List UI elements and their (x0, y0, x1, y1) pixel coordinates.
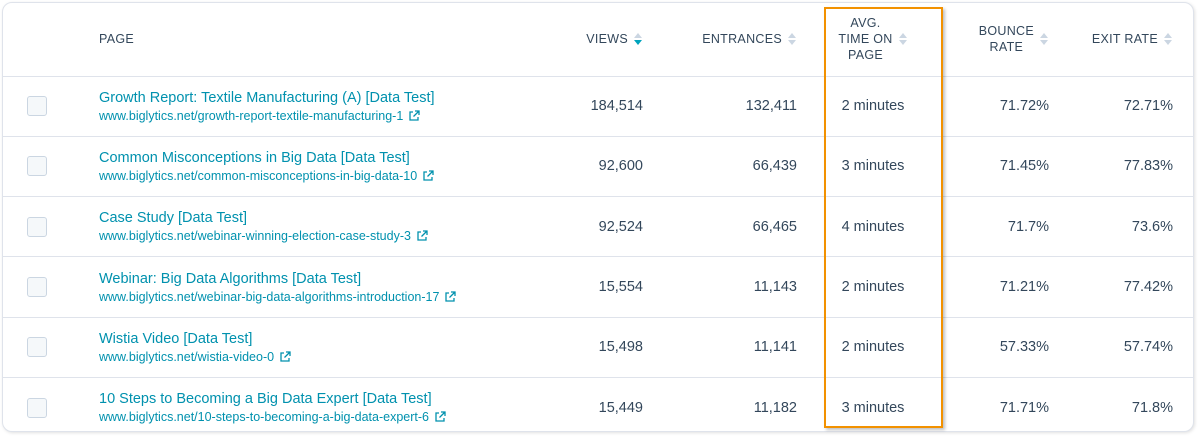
sort-descending-icon[interactable] (634, 33, 643, 46)
page-title-link[interactable]: Webinar: Big Data Algorithms [Data Test] (99, 270, 517, 288)
page-url: www.biglytics.net/webinar-winning-electi… (99, 228, 517, 244)
header-entrances[interactable]: ENTRANCES (657, 3, 799, 77)
external-link-icon[interactable] (416, 230, 428, 242)
table-row: Webinar: Big Data Algorithms [Data Test]… (3, 256, 1193, 318)
views-cell: 15,554 (517, 256, 657, 318)
page-url-text[interactable]: www.biglytics.net/growth-report-textile-… (99, 108, 403, 124)
exit-rate-cell: 57.74% (1049, 317, 1193, 378)
sort-icon[interactable] (1164, 33, 1173, 46)
page-performance-table-container: PAGE VIEWS ENTRANCES AVG. TIME ON PAGE B… (2, 2, 1194, 432)
avg-time-cell: 4 minutes (799, 196, 947, 258)
page-url-text[interactable]: www.biglytics.net/wistia-video-0 (99, 349, 274, 365)
header-bounce-rate-label: BOUNCE RATE (978, 24, 1034, 55)
header-views-label: VIEWS (586, 32, 628, 47)
table-row: Case Study [Data Test] www.biglytics.net… (3, 196, 1193, 258)
sort-icon[interactable] (788, 33, 797, 46)
row-checkbox[interactable] (27, 337, 47, 358)
bounce-rate-cell: 71.21% (947, 256, 1049, 318)
page-cell: Case Study [Data Test] www.biglytics.net… (89, 196, 517, 258)
entrances-cell: 11,141 (657, 317, 799, 378)
external-link-icon[interactable] (444, 290, 457, 303)
page-title-link[interactable]: 10 Steps to Becoming a Big Data Expert [… (99, 390, 517, 408)
header-page-label: PAGE (99, 32, 135, 47)
avg-time-cell: 2 minutes (799, 256, 947, 318)
table-row: Wistia Video [Data Test] www.biglytics.n… (3, 317, 1193, 378)
row-checkbox[interactable] (27, 96, 47, 117)
page-url: www.biglytics.net/10-steps-to-becoming-a… (99, 409, 517, 425)
page-performance-table: PAGE VIEWS ENTRANCES AVG. TIME ON PAGE B… (3, 3, 1193, 431)
page-url-text[interactable]: www.biglytics.net/webinar-winning-electi… (99, 228, 411, 244)
bounce-rate-cell: 57.33% (947, 317, 1049, 378)
views-cell: 15,449 (598, 399, 643, 416)
exit-rate-cell: 72.71% (1049, 76, 1193, 137)
avg-time-cell: 3 minutes (799, 136, 947, 198)
avg-time-cell: 3 minutes (841, 399, 905, 416)
header-exit-rate[interactable]: EXIT RATE (1049, 3, 1193, 77)
table-header-row: PAGE VIEWS ENTRANCES AVG. TIME ON PAGE B… (3, 3, 1193, 77)
bounce-rate-cell: 71.7% (947, 196, 1049, 258)
entrances-cell: 66,465 (657, 196, 799, 258)
avg-time-cell: 2 minutes (799, 317, 947, 378)
sort-icon[interactable] (898, 33, 908, 46)
page-cell: Common Misconceptions in Big Data [Data … (89, 136, 517, 198)
views-cell: 92,524 (517, 196, 657, 258)
page-title-link[interactable]: Growth Report: Textile Manufacturing (A)… (99, 89, 517, 107)
page-title-link[interactable]: Wistia Video [Data Test] (99, 330, 517, 348)
entrances-cell: 66,439 (657, 136, 799, 198)
table-row: Growth Report: Textile Manufacturing (A)… (3, 76, 1193, 137)
header-entrances-label: ENTRANCES (702, 32, 782, 47)
row-checkbox[interactable] (27, 156, 47, 177)
header-avg-time-on-page[interactable]: AVG. TIME ON PAGE (799, 3, 947, 77)
bounce-rate-cell: 71.45% (947, 136, 1049, 198)
row-checkbox[interactable] (27, 277, 47, 298)
table-row: Common Misconceptions in Big Data [Data … (3, 136, 1193, 198)
header-bounce-rate[interactable]: BOUNCE RATE (947, 3, 1049, 77)
external-link-icon[interactable] (422, 170, 434, 182)
page-url-text[interactable]: www.biglytics.net/common-misconceptions-… (99, 168, 417, 184)
row-select-cell (3, 136, 89, 198)
external-link-icon[interactable] (408, 109, 420, 122)
page-url-text[interactable]: www.biglytics.net/webinar-big-data-algor… (99, 289, 439, 305)
sort-icon[interactable] (1040, 33, 1049, 46)
page-url: www.biglytics.net/wistia-video-0 (99, 349, 517, 365)
page-url: www.biglytics.net/growth-report-textile-… (99, 108, 517, 124)
table-row: 10 Steps to Becoming a Big Data Expert [… (3, 377, 1193, 431)
external-link-icon[interactable] (434, 411, 446, 423)
bounce-rate-cell: 71.71% (999, 399, 1049, 416)
exit-rate-cell: 71.8% (1131, 399, 1173, 416)
views-cell: 184,514 (517, 76, 657, 137)
exit-rate-cell: 73.6% (1049, 196, 1193, 258)
avg-time-cell: 2 minutes (799, 76, 947, 137)
entrances-cell: 11,143 (657, 256, 799, 318)
header-views[interactable]: VIEWS (517, 3, 657, 77)
entrances-cell: 11,182 (753, 399, 797, 416)
row-checkbox[interactable] (27, 216, 47, 237)
header-exit-rate-label: EXIT RATE (1091, 32, 1158, 47)
row-select-cell (3, 377, 89, 431)
views-cell: 15,498 (517, 317, 657, 378)
page-cell: Wistia Video [Data Test] www.biglytics.n… (89, 317, 517, 378)
page-url: www.biglytics.net/webinar-big-data-algor… (99, 289, 517, 305)
page-cell: Webinar: Big Data Algorithms [Data Test]… (89, 256, 517, 318)
row-select-cell (3, 196, 89, 258)
page-title-link[interactable]: Case Study [Data Test] (99, 209, 517, 227)
exit-rate-cell: 77.83% (1049, 136, 1193, 198)
exit-rate-cell: 77.42% (1049, 256, 1193, 318)
row-select-cell (3, 76, 89, 137)
bounce-rate-cell: 71.72% (947, 76, 1049, 137)
page-url: www.biglytics.net/common-misconceptions-… (99, 168, 517, 184)
page-cell: Growth Report: Textile Manufacturing (A)… (89, 76, 517, 137)
row-select-cell (3, 256, 89, 318)
page-title-link[interactable]: Common Misconceptions in Big Data [Data … (99, 149, 517, 167)
page-url-text[interactable]: www.biglytics.net/10-steps-to-becoming-a… (99, 409, 429, 425)
header-select-column (3, 3, 89, 77)
page-cell: 10 Steps to Becoming a Big Data Expert [… (89, 377, 517, 431)
views-cell: 92,600 (517, 136, 657, 198)
header-page[interactable]: PAGE (89, 3, 517, 77)
header-avg-time-label: AVG. TIME ON PAGE (838, 16, 893, 63)
external-link-icon[interactable] (279, 351, 291, 363)
row-select-cell (3, 317, 89, 378)
entrances-cell: 132,411 (657, 76, 799, 137)
row-checkbox[interactable] (27, 397, 47, 418)
